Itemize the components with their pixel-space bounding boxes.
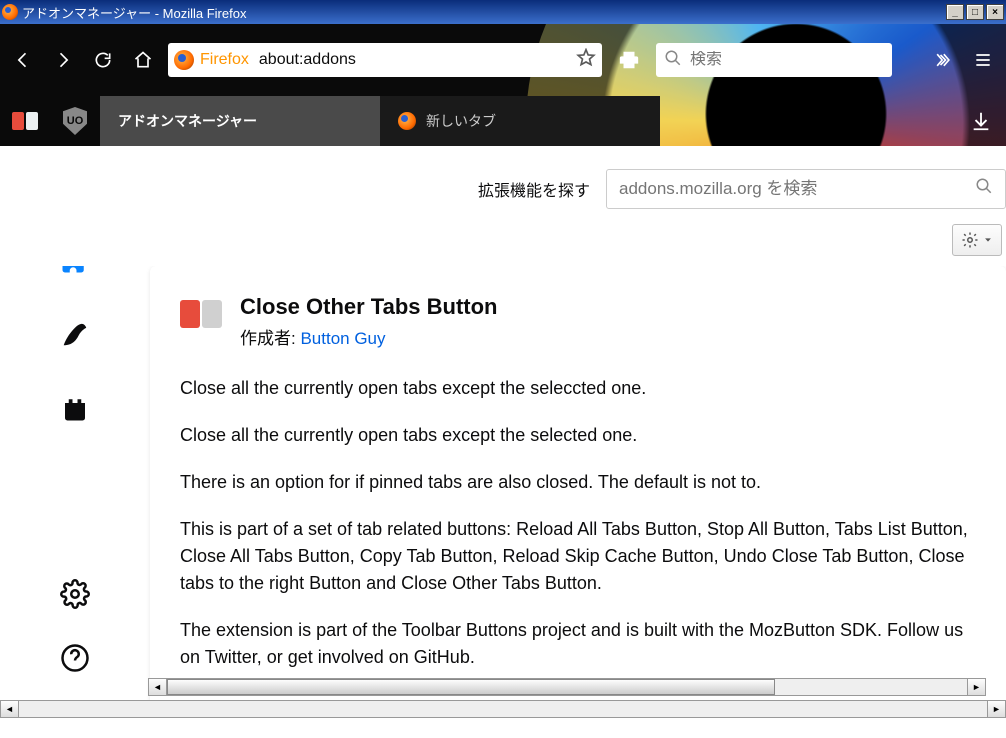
url-bar[interactable]: Firefox about:addons	[168, 43, 602, 77]
sidebar-themes[interactable]	[55, 314, 95, 354]
url-brand: Firefox	[200, 51, 249, 69]
window-title: アドオンマネージャー - Mozilla Firefox	[22, 3, 246, 22]
tab-new-tab[interactable]: 新しいタブ	[380, 96, 660, 146]
overflow-button[interactable]	[928, 45, 958, 75]
reload-button[interactable]	[88, 45, 118, 75]
outer-horizontal-scrollbar[interactable]: ◄ ►	[0, 700, 1006, 718]
bookmark-star-icon[interactable]	[576, 48, 596, 73]
pinned-tab-1[interactable]	[0, 96, 50, 146]
addons-manager-page: 拡張機能を探す Clos	[0, 146, 1006, 718]
tools-menu-button[interactable]	[952, 224, 1002, 256]
extension-author: 作成者: Button Guy	[240, 324, 498, 349]
tab-label: アドオンマネージャー	[118, 111, 257, 131]
ublock-icon: UO	[63, 107, 87, 135]
downloads-button[interactable]	[956, 96, 1006, 146]
print-button[interactable]	[612, 43, 646, 77]
scroll-right-button[interactable]: ►	[987, 701, 1005, 717]
inner-horizontal-scrollbar[interactable]: ◄ ►	[148, 678, 986, 696]
app-menu-button[interactable]	[968, 45, 998, 75]
tab-label: 新しいタブ	[426, 111, 496, 131]
search-icon	[975, 177, 993, 200]
books-icon	[12, 112, 38, 130]
firefox-icon	[2, 4, 18, 20]
scroll-thumb[interactable]	[167, 679, 775, 695]
window-titlebar: アドオンマネージャー - Mozilla Firefox _ □ ×	[0, 0, 1006, 24]
tab-strip: UO アドオンマネージャー 新しいタブ	[0, 96, 1006, 146]
extension-detail: Close Other Tabs Button 作成者: Button Guy …	[150, 266, 1006, 718]
category-sidebar	[0, 266, 150, 718]
tab-addons-manager[interactable]: アドオンマネージャー	[100, 96, 380, 146]
close-window-button[interactable]: ×	[986, 4, 1004, 20]
scroll-left-button[interactable]: ◄	[149, 679, 167, 695]
identity-firefox-icon	[174, 50, 194, 70]
url-text: about:addons	[259, 51, 576, 69]
pinned-tab-ublock[interactable]: UO	[50, 96, 100, 146]
search-bar[interactable]	[656, 43, 892, 77]
amo-search-row: 拡張機能を探す	[0, 160, 1006, 218]
forward-button[interactable]	[48, 45, 78, 75]
amo-search-input[interactable]	[619, 179, 975, 199]
nav-toolbar: Firefox about:addons	[0, 24, 1006, 96]
scroll-left-button[interactable]: ◄	[1, 701, 19, 717]
search-icon	[664, 49, 682, 72]
maximize-button[interactable]: □	[966, 4, 984, 20]
extension-name: Close Other Tabs Button	[240, 294, 498, 320]
sidebar-plugins[interactable]	[55, 388, 95, 428]
scroll-right-button[interactable]: ►	[967, 679, 985, 695]
extension-icon	[180, 300, 222, 330]
sidebar-settings[interactable]	[55, 574, 95, 614]
extension-description: Close all the currently open tabs except…	[180, 375, 976, 671]
firefox-tab-icon	[398, 112, 416, 130]
home-button[interactable]	[128, 45, 158, 75]
gear-icon	[961, 231, 979, 249]
author-link[interactable]: Button Guy	[300, 329, 385, 348]
amo-search-label: 拡張機能を探す	[478, 177, 590, 201]
back-button[interactable]	[8, 45, 38, 75]
sidebar-extensions[interactable]	[55, 266, 95, 280]
sidebar-help[interactable]	[55, 638, 95, 678]
chevron-down-icon	[983, 235, 993, 245]
minimize-button[interactable]: _	[946, 4, 964, 20]
search-input[interactable]	[690, 51, 884, 69]
amo-search-box[interactable]	[606, 169, 1006, 209]
